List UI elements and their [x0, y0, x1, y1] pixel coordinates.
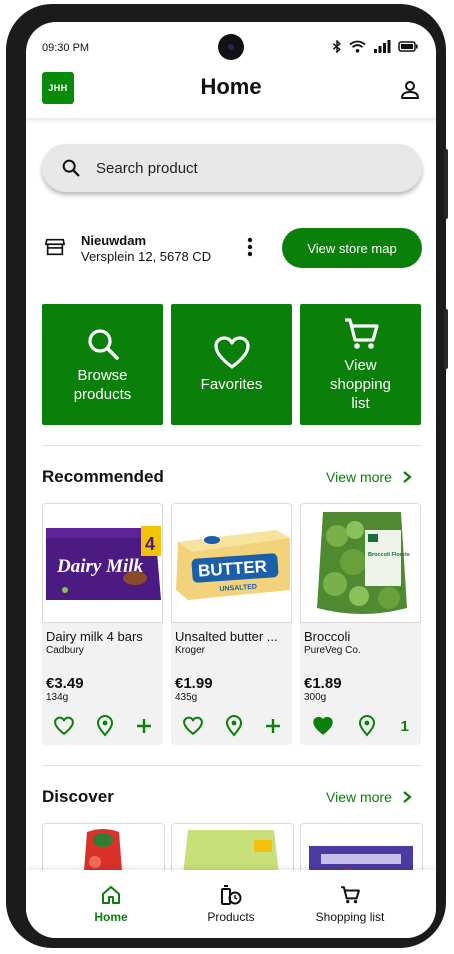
product-price: €1.99 [175, 675, 213, 692]
heart-icon [213, 336, 250, 369]
view-store-map-button[interactable]: View store map [282, 228, 422, 268]
power-button [444, 149, 448, 219]
shopping-cart-icon [344, 318, 379, 349]
nav-home[interactable]: Home [51, 870, 171, 938]
page-title: Home [200, 74, 262, 99]
product-image: Dairy Milk 4 [42, 503, 163, 623]
location-pin-icon[interactable] [96, 715, 114, 737]
nav-label: Shopping list [315, 909, 385, 924]
bottom-navigation: Home Products Shopping list [26, 870, 436, 938]
product-actions [171, 715, 292, 737]
nav-label: Products [207, 909, 255, 924]
add-icon[interactable] [264, 717, 282, 735]
product-brand: Kroger [175, 645, 206, 656]
product-card[interactable]: Broccoli Florets Broccoli PureVeg Co. €1… [300, 503, 421, 745]
section-divider [42, 445, 422, 446]
search-icon [87, 328, 119, 360]
product-weight: 134g [46, 692, 69, 703]
battery-icon [398, 41, 418, 52]
add-icon[interactable] [135, 717, 153, 735]
shopping-list-tile[interactable]: View shopping list [300, 304, 421, 425]
product-name: Dairy milk 4 bars [46, 629, 143, 644]
store-icon [45, 238, 65, 256]
search-input[interactable]: Search product [96, 160, 198, 177]
front-camera [218, 34, 244, 60]
product-brand: PureVeg Co. [304, 645, 361, 656]
chevron-right-icon [403, 471, 412, 483]
product-name: Broccoli [304, 629, 351, 644]
product-brand: Cadbury [46, 645, 84, 656]
search-bar[interactable]: Search product [42, 144, 422, 192]
product-weight: 300g [304, 692, 327, 703]
tile-label: Favorites [200, 376, 263, 393]
browse-products-tile[interactable]: Browse products [42, 304, 163, 425]
product-name: Unsalted butter ... [175, 629, 278, 644]
product-actions: 1 [300, 715, 421, 737]
favorite-outline-icon[interactable] [53, 716, 75, 736]
products-icon [221, 884, 242, 905]
volume-button [444, 309, 448, 369]
nav-label: Home [94, 909, 128, 924]
product-weight: 435g [175, 692, 198, 703]
section-divider [42, 765, 422, 766]
location-pin-icon[interactable] [358, 715, 376, 737]
discover-title: Discover [42, 787, 114, 806]
nav-shopping-list[interactable]: Shopping list [290, 870, 410, 938]
favorite-outline-icon[interactable] [182, 716, 204, 736]
search-icon [62, 159, 80, 177]
view-more-label: View more [326, 789, 392, 805]
store-address: Versplein 12, 5678 CD [81, 249, 212, 264]
wifi-icon [349, 40, 366, 53]
product-image: Broccoli Florets [300, 503, 421, 623]
product-image: BUTTER UNSALTED [171, 503, 292, 623]
product-price: €3.49 [46, 675, 84, 692]
recommended-title: Recommended [42, 467, 164, 486]
product-card[interactable]: Dairy Milk 4 Dairy milk 4 bars Cadbury €… [42, 503, 163, 745]
home-icon [102, 885, 120, 904]
cellular-signal-icon [374, 40, 391, 53]
view-more-label: View more [326, 469, 392, 485]
product-actions [42, 715, 163, 737]
tile-label: Browse products [73, 366, 132, 403]
discover-view-more-link[interactable]: View more [326, 789, 412, 805]
bluetooth-icon [332, 40, 341, 53]
more-options-icon[interactable] [240, 236, 260, 258]
screen: 09:30 PM JHH Home Search product Nieuwda… [26, 22, 436, 938]
favorites-tile[interactable]: Favorites [171, 304, 292, 425]
store-name: Nieuwdam [81, 233, 147, 248]
location-pin-icon[interactable] [225, 715, 243, 737]
favorite-filled-icon[interactable] [312, 716, 334, 736]
quantity-count[interactable]: 1 [401, 718, 409, 735]
header-divider [26, 118, 436, 124]
account-icon[interactable] [398, 78, 422, 102]
product-card[interactable]: BUTTER UNSALTED Unsalted butter ... Krog… [171, 503, 292, 745]
product-image-label: Broccoli Florets [368, 552, 410, 558]
tile-label: View shopping list [330, 357, 391, 412]
product-badge: 4 [145, 534, 155, 554]
phone-frame: 09:30 PM JHH Home Search product Nieuwda… [6, 4, 448, 948]
nav-products[interactable]: Products [171, 870, 291, 938]
status-time: 09:30 PM [42, 42, 90, 54]
recommended-view-more-link[interactable]: View more [326, 469, 412, 485]
product-price: €1.89 [304, 675, 342, 692]
shopping-cart-icon [341, 885, 360, 903]
status-icons [332, 40, 418, 53]
chevron-right-icon [403, 791, 412, 803]
